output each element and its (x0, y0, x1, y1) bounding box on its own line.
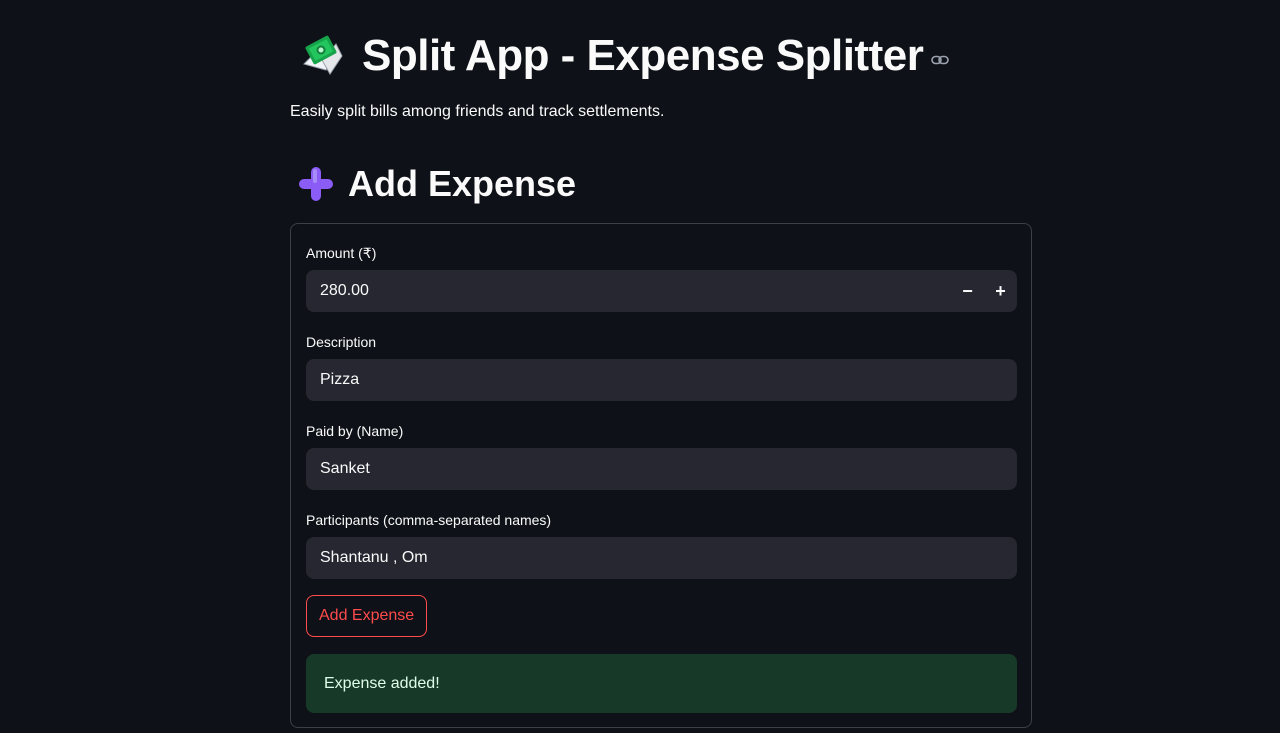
plus-icon (299, 167, 333, 201)
add-expense-button[interactable]: Add Expense (306, 595, 428, 637)
paid-by-value[interactable]: Sanket (306, 460, 1017, 478)
description-value[interactable]: Pizza (306, 371, 1017, 389)
amount-input[interactable]: 280.00 − + (306, 270, 1017, 312)
paid-by-label: Paid by (Name) (306, 423, 404, 439)
amount-value[interactable]: 280.00 (306, 282, 951, 300)
increment-button[interactable]: + (984, 270, 1017, 312)
expense-form: Amount (₹) 280.00 − + Description Pizza … (290, 223, 1032, 728)
page-subtitle: Easily split bills among friends and tra… (290, 103, 665, 120)
amount-label: Amount (₹) (306, 245, 377, 261)
section-heading-row: Add Expense (296, 162, 576, 206)
money-with-wings-icon (303, 35, 343, 75)
link-icon[interactable] (931, 54, 950, 66)
description-label: Description (306, 334, 377, 350)
description-input[interactable]: Pizza (306, 359, 1017, 401)
page-title: Split App - Expense Splitter (362, 31, 924, 80)
participants-value[interactable]: Shantanu , Om (306, 549, 1017, 567)
participants-label: Participants (comma-separated names) (306, 512, 552, 528)
section-title: Add Expense (348, 163, 577, 204)
page-title-row: Split App - Expense Splitter (296, 28, 950, 84)
success-alert: Expense added! (306, 654, 1017, 713)
decrement-button[interactable]: − (951, 270, 984, 312)
participants-input[interactable]: Shantanu , Om (306, 537, 1017, 579)
paid-by-input[interactable]: Sanket (306, 448, 1017, 490)
